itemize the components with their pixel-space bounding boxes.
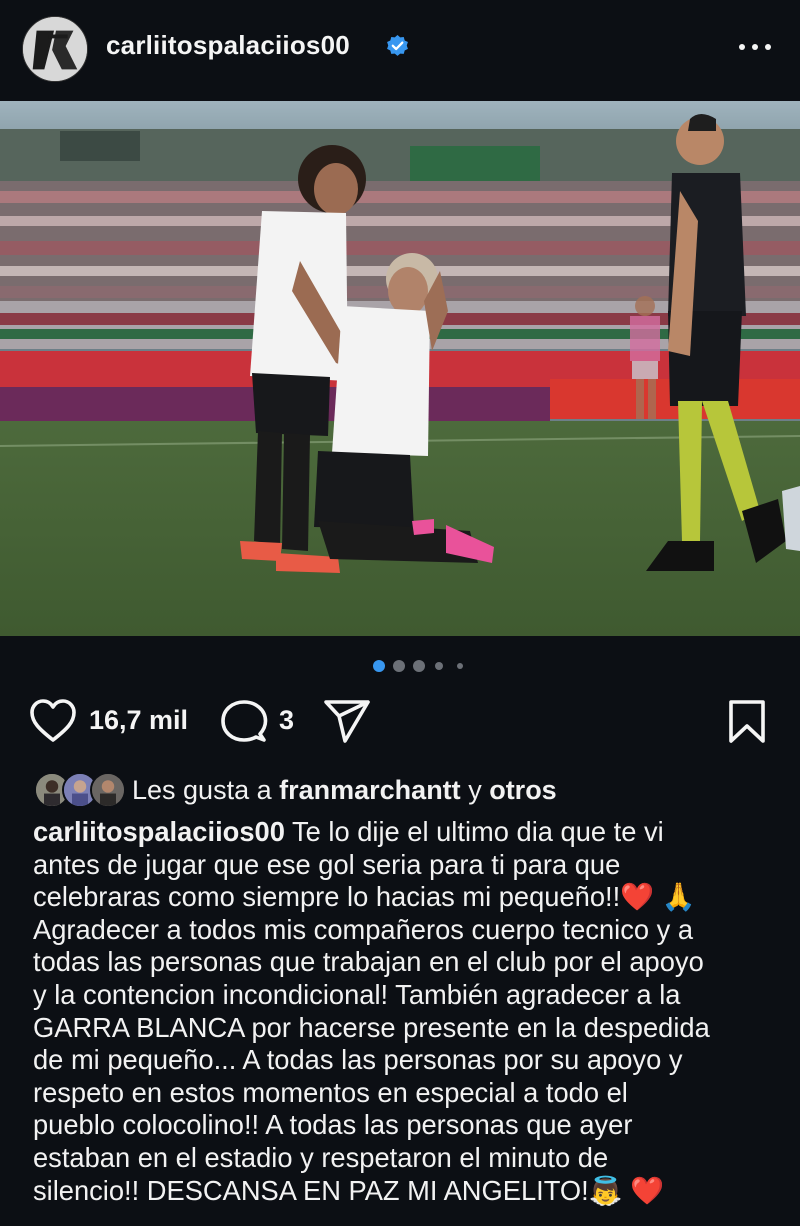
- likes-count[interactable]: 16,7 mil: [89, 705, 188, 736]
- liked-by-text: Les gusta a franmarchantt y otros: [132, 775, 557, 806]
- carousel-indicator: [0, 658, 800, 674]
- comments-count[interactable]: 3: [279, 705, 294, 736]
- send-paper-plane-icon[interactable]: [323, 699, 371, 745]
- caption-line: carliitospalaciios00 Te lo dije el ultim…: [33, 816, 778, 849]
- caption-line: silencio!! DESCANSA EN PAZ MI ANGELITO!👼…: [33, 1174, 665, 1206]
- carousel-dot: [457, 663, 463, 669]
- liked-by-username[interactable]: franmarchantt: [279, 775, 461, 805]
- caption-line: pueblo colocolino!! A todas las personas…: [33, 1109, 633, 1141]
- more-horizontal-icon: [739, 44, 745, 50]
- post-username[interactable]: carliitospalaciios00: [106, 30, 350, 61]
- caption-line: celebraras como siempre lo hacias mi peq…: [33, 881, 696, 913]
- caption-line: GARRA BLANCA por hacerse presente en la …: [33, 1011, 710, 1043]
- carousel-dot: [393, 660, 405, 672]
- post-photo[interactable]: [0, 101, 800, 636]
- caption-line: de mi pequeño... A todas las personas po…: [33, 1044, 683, 1076]
- more-dot: [765, 44, 771, 50]
- avatar-image: [23, 17, 87, 81]
- liked-by-avatars[interactable]: [34, 772, 126, 808]
- verified-badge-icon: [387, 35, 408, 56]
- carousel-dot: [413, 660, 425, 672]
- heart-outline-icon[interactable]: [29, 698, 77, 744]
- more-dot: [752, 44, 758, 50]
- post-header: carliitospalaciios00: [0, 0, 800, 100]
- caption-line: respeto en estos momentos en especial a …: [33, 1076, 628, 1108]
- carousel-dot-active: [373, 660, 385, 672]
- caption-line: todas las personas que trabajan en el cl…: [33, 946, 704, 978]
- bookmark-outline-icon[interactable]: [727, 699, 767, 745]
- caption-line: y la contencion incondicional! También a…: [33, 978, 681, 1010]
- liked-by-joiner: y: [468, 775, 482, 805]
- caption-line: Agradecer a todos mis compañeros cuerpo …: [33, 913, 694, 945]
- liker-avatar: [90, 772, 126, 808]
- post-caption: carliitospalaciios00 Te lo dije el ultim…: [33, 816, 778, 1207]
- caption-line: antes de jugar que ese gol seria para ti…: [33, 848, 621, 880]
- football-celebration-image: [0, 101, 800, 636]
- comment-bubble-icon[interactable]: [220, 698, 268, 746]
- caption-line: estaban en el estadio y respetaron el mi…: [33, 1141, 609, 1173]
- more-options-button[interactable]: [735, 28, 775, 64]
- profile-avatar[interactable]: [22, 16, 88, 82]
- liked-by-others[interactable]: otros: [489, 775, 557, 805]
- carousel-dot: [435, 662, 443, 670]
- caption-text: Te lo dije el ultimo dia que te vi: [284, 816, 664, 847]
- liked-by-prefix: Les gusta a: [132, 775, 272, 805]
- caption-author[interactable]: carliitospalaciios00: [33, 816, 285, 847]
